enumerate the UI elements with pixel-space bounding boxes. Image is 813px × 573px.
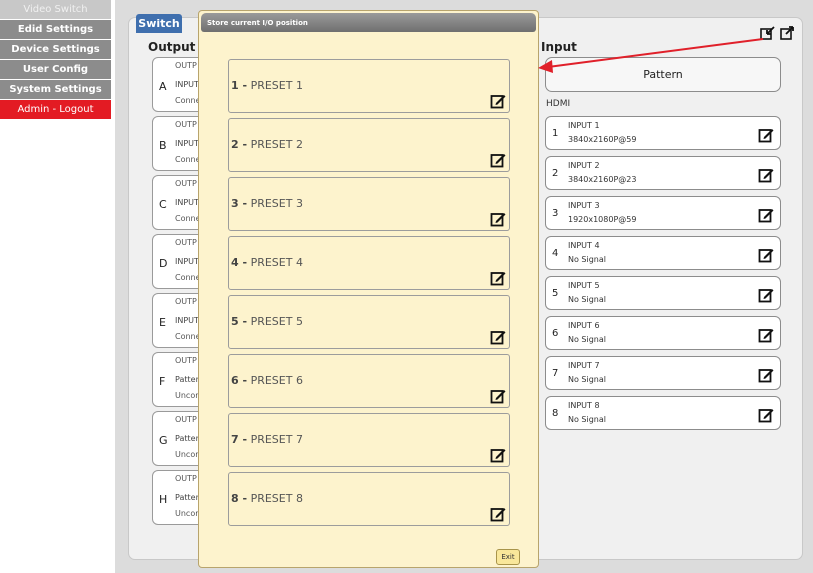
- app-root: Video Switch Edid Settings Device Settin…: [0, 0, 813, 573]
- annotation-arrow: [538, 38, 764, 73]
